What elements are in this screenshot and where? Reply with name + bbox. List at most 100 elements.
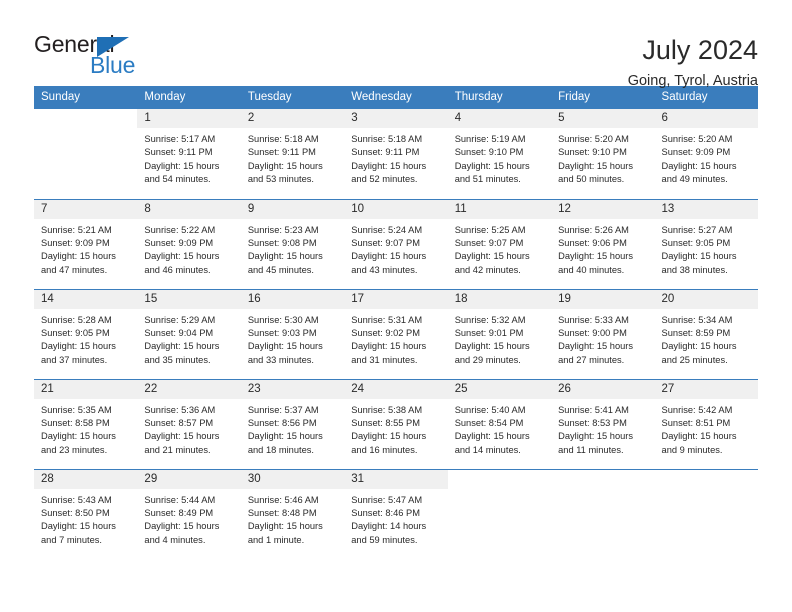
day-number: 17 — [344, 289, 448, 309]
day-info-line: and 31 minutes. — [351, 354, 418, 365]
day-info-line: Sunrise: 5:32 AM — [454, 314, 526, 325]
day-sun-info: Sunrise: 5:21 AM Sunset: 9:09 PM Daylight:… — [34, 219, 137, 278]
day-number: 25 — [447, 379, 552, 399]
day-info-line: Sunset: 8:48 PM — [247, 507, 317, 518]
day-info-line: Sunset: 9:10 PM — [558, 147, 627, 158]
day-info-line: and 53 minutes. — [247, 174, 314, 185]
calendar-day-cell[interactable]: 24 Sunrise: 5:38 AM Sunset: 8:55 PM Dayligh… — [344, 378, 448, 469]
calendar-empty-cell — [654, 468, 758, 559]
calendar-day-cell[interactable]: 19 Sunrise: 5:33 AM Sunset: 9:00 PM Dayligh… — [551, 288, 655, 379]
calendar-day-cell[interactable]: 6 Sunrise: 5:20 AM Sunset: 9:09 PM Daylight… — [654, 109, 758, 199]
calendar-day-cell[interactable]: 15 Sunrise: 5:29 AM Sunset: 9:04 PM Dayligh… — [137, 288, 241, 379]
page-title: July 2024 — [642, 35, 758, 65]
day-info-line: and 43 minutes. — [351, 264, 418, 275]
day-info-line: and 46 minutes. — [144, 264, 211, 275]
calendar-day-cell[interactable]: 31 Sunrise: 5:47 AM Sunset: 8:46 PM Dayligh… — [344, 468, 448, 559]
day-number: 14 — [34, 289, 138, 309]
calendar-day-cell[interactable]: 14 Sunrise: 5:28 AM Sunset: 9:05 PM Dayligh… — [34, 288, 138, 379]
day-info-line: Sunset: 8:59 PM — [661, 327, 731, 338]
calendar-day-cell[interactable]: 7 Sunrise: 5:21 AM Sunset: 9:09 PM Daylight… — [34, 198, 138, 289]
day-info-line: Sunrise: 5:21 AM — [41, 224, 112, 235]
calendar-day-cell[interactable]: 27 Sunrise: 5:42 AM Sunset: 8:51 PM Dayligh… — [654, 378, 758, 469]
day-info-line: and 52 minutes. — [351, 174, 418, 185]
calendar-day-cell[interactable]: 26 Sunrise: 5:41 AM Sunset: 8:53 PM Dayligh… — [551, 378, 655, 469]
day-sun-info — [655, 489, 758, 494]
calendar-day-cell[interactable]: 9 Sunrise: 5:23 AM Sunset: 9:08 PM Daylight… — [240, 198, 345, 289]
day-info-line: Sunrise: 5:25 AM — [454, 224, 526, 235]
day-info-line: and 35 minutes. — [144, 354, 211, 365]
calendar-day-cell[interactable]: 17 Sunrise: 5:31 AM Sunset: 9:02 PM Dayligh… — [344, 288, 448, 379]
calendar-day-cell[interactable]: 21 Sunrise: 5:35 AM Sunset: 8:58 PM Dayligh… — [34, 378, 138, 469]
calendar-day-cell[interactable]: 12 Sunrise: 5:26 AM Sunset: 9:06 PM Dayligh… — [551, 198, 655, 289]
day-number: 12 — [551, 199, 655, 219]
day-info-line: and 33 minutes. — [247, 354, 314, 365]
day-info-line: Daylight: 15 hours — [454, 160, 530, 171]
day-info-line: Sunrise: 5:18 AM — [351, 134, 423, 144]
day-info-line: Daylight: 15 hours — [351, 431, 427, 442]
day-info-line: Daylight: 15 hours — [41, 251, 116, 262]
day-info-line: Sunset: 8:50 PM — [41, 507, 110, 518]
calendar-day-cell[interactable]: 16 Sunrise: 5:30 AM Sunset: 9:03 PM Dayligh… — [240, 288, 345, 379]
day-sun-info: Sunrise: 5:37 AM Sunset: 8:56 PM Daylight:… — [241, 399, 344, 458]
calendar-day-cell[interactable]: 23 Sunrise: 5:37 AM Sunset: 8:56 PM Dayligh… — [240, 378, 345, 469]
calendar-day-cell[interactable]: 20 Sunrise: 5:34 AM Sunset: 8:59 PM Dayligh… — [654, 288, 758, 379]
day-info-line: Sunset: 9:06 PM — [558, 237, 627, 248]
day-info-line: Sunrise: 5:47 AM — [351, 494, 423, 505]
day-info-line: Daylight: 15 hours — [247, 431, 323, 442]
calendar-day-cell[interactable]: 18 Sunrise: 5:32 AM Sunset: 9:01 PM Dayligh… — [447, 288, 552, 379]
day-info-line: Sunrise: 5:22 AM — [144, 224, 216, 235]
calendar-day-cell[interactable]: 8 Sunrise: 5:22 AM Sunset: 9:09 PM Daylight… — [137, 198, 241, 289]
calendar-day-cell[interactable]: 28 Sunrise: 5:43 AM Sunset: 8:50 PM Dayligh… — [34, 468, 138, 559]
day-info-line: and 54 minutes. — [144, 174, 211, 185]
day-info-line: and 14 minutes. — [454, 444, 521, 455]
day-number: 21 — [34, 379, 138, 399]
brand-name-blue: Blue — [90, 52, 136, 78]
day-number: 20 — [654, 289, 758, 309]
day-info-line: Daylight: 15 hours — [661, 341, 737, 352]
calendar-day-cell[interactable]: 10 Sunrise: 5:24 AM Sunset: 9:07 PM Dayligh… — [344, 198, 448, 289]
day-number — [447, 469, 552, 489]
day-info-line: Sunset: 8:49 PM — [144, 507, 214, 518]
day-info-line: Sunrise: 5:18 AM — [247, 134, 319, 144]
day-number — [654, 469, 758, 489]
day-sun-info: Sunrise: 5:38 AM Sunset: 8:55 PM Daylight:… — [344, 399, 447, 458]
day-info-line: and 37 minutes. — [41, 354, 108, 365]
day-info-line: Daylight: 15 hours — [144, 341, 220, 352]
day-sun-info — [34, 128, 137, 133]
calendar-day-cell[interactable]: 30 Sunrise: 5:46 AM Sunset: 8:48 PM Dayligh… — [240, 468, 345, 559]
day-info-line: Daylight: 15 hours — [247, 251, 323, 262]
day-info-line: Daylight: 15 hours — [558, 160, 634, 171]
day-info-line: Daylight: 14 hours — [351, 521, 427, 532]
calendar-day-cell[interactable]: 2 Sunrise: 5:18 AM Sunset: 9:11 PM Daylight… — [240, 109, 345, 199]
day-info-line: Sunset: 8:58 PM — [41, 417, 110, 428]
calendar-day-cell[interactable]: 11 Sunrise: 5:25 AM Sunset: 9:07 PM Dayligh… — [447, 198, 552, 289]
day-info-line: and 45 minutes. — [247, 264, 314, 275]
calendar-day-cell[interactable]: 1 Sunrise: 5:17 AM Sunset: 9:11 PM Daylight… — [137, 109, 241, 199]
calendar-day-cell[interactable]: 4 Sunrise: 5:19 AM Sunset: 9:10 PM Daylight… — [447, 109, 552, 199]
day-sun-info: Sunrise: 5:23 AM Sunset: 9:08 PM Daylight:… — [241, 219, 344, 278]
day-sun-info: Sunrise: 5:30 AM Sunset: 9:03 PM Daylight:… — [241, 309, 344, 368]
calendar-week-row: 7 Sunrise: 5:21 AM Sunset: 9:09 PM Daylight… — [34, 198, 758, 289]
calendar-week-row: 14 Sunrise: 5:28 AM Sunset: 9:05 PM Dayligh… — [34, 288, 758, 379]
day-info-line: Daylight: 15 hours — [41, 341, 116, 352]
calendar-day-cell[interactable]: 5 Sunrise: 5:20 AM Sunset: 9:10 PM Daylight… — [551, 109, 655, 199]
day-info-line: Daylight: 15 hours — [144, 160, 220, 171]
calendar-day-cell[interactable]: 13 Sunrise: 5:27 AM Sunset: 9:05 PM Dayligh… — [654, 198, 758, 289]
day-info-line: and 11 minutes. — [558, 444, 624, 455]
calendar-day-cell[interactable]: 25 Sunrise: 5:40 AM Sunset: 8:54 PM Dayligh… — [447, 378, 552, 469]
calendar-body: 1 Sunrise: 5:17 AM Sunset: 9:11 PM Daylight… — [34, 109, 758, 559]
calendar-day-cell[interactable]: 3 Sunrise: 5:18 AM Sunset: 9:11 PM Daylight… — [344, 109, 448, 199]
day-sun-info: Sunrise: 5:34 AM Sunset: 8:59 PM Daylight:… — [655, 309, 758, 368]
day-info-line: Sunrise: 5:42 AM — [661, 404, 733, 415]
calendar-day-cell[interactable]: 29 Sunrise: 5:44 AM Sunset: 8:49 PM Dayligh… — [137, 468, 241, 559]
day-sun-info — [448, 489, 551, 494]
brand-logo[interactable]: General Blue — [34, 32, 164, 80]
day-info-line: and 18 minutes. — [247, 444, 314, 455]
day-info-line: Daylight: 15 hours — [351, 251, 427, 262]
calendar-day-cell[interactable]: 22 Sunrise: 5:36 AM Sunset: 8:57 PM Dayligh… — [137, 378, 241, 469]
day-sun-info: Sunrise: 5:47 AM Sunset: 8:46 PM Daylight:… — [344, 489, 447, 548]
day-info-line: Daylight: 15 hours — [144, 251, 220, 262]
day-info-line: and 23 minutes. — [41, 444, 108, 455]
day-info-line: and 21 minutes. — [144, 444, 211, 455]
day-number: 23 — [240, 379, 345, 399]
